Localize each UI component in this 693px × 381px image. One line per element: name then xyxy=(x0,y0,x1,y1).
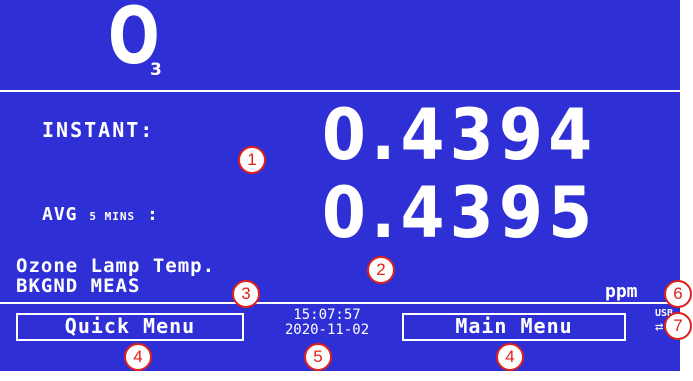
avg-label-window: 5 MINS xyxy=(89,210,136,223)
clock-date: 2020-11-02 xyxy=(284,322,370,338)
status-line-1: Ozone Lamp Temp. xyxy=(16,255,216,277)
clock: 15:07:57 2020-11-02 xyxy=(262,308,392,338)
callout-3-badge: 3 xyxy=(232,280,260,308)
header-divider xyxy=(0,90,680,92)
clock-time: 15:07:57 xyxy=(293,307,361,323)
callout-6-badge: 6 xyxy=(664,280,692,308)
gas-subscript: 3 xyxy=(150,60,162,80)
avg-value: 0.4395 xyxy=(322,172,598,254)
footer-divider xyxy=(0,302,680,304)
callout-4b-badge: 4 xyxy=(496,343,524,371)
instrument-display: O 3 INSTANT: 0.4394 AVG 5 MINS : 0.4395 … xyxy=(0,0,680,371)
callout-7-badge: 7 xyxy=(664,312,692,340)
main-menu-button[interactable]: Main Menu xyxy=(402,313,626,341)
unit-label: ppm xyxy=(605,281,638,302)
quick-menu-button[interactable]: Quick Menu xyxy=(16,313,244,341)
callout-5-badge: 5 xyxy=(304,343,332,371)
instant-value: 0.4394 xyxy=(322,94,598,176)
status-line-2: BKGND MEAS xyxy=(16,275,141,297)
avg-label-main: AVG xyxy=(42,204,78,225)
usb-arrow-icon: ⇄ xyxy=(655,319,664,335)
callout-1-badge: 1 xyxy=(238,146,266,174)
callout-4a-badge: 4 xyxy=(124,343,152,371)
callout-2-badge: 2 xyxy=(367,256,395,284)
avg-label-colon: : xyxy=(146,204,159,225)
avg-label: AVG 5 MINS : xyxy=(42,204,159,225)
instant-label: INSTANT: xyxy=(42,118,155,142)
